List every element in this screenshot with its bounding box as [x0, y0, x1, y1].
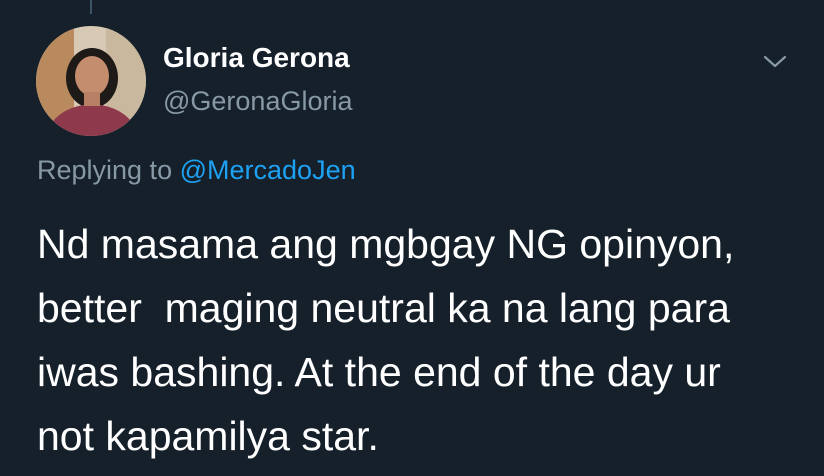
thread-connector-line [90, 0, 92, 14]
tweet-text: Nd masama ang mgbgay NG opinyon, better … [37, 212, 817, 468]
chevron-down-icon [763, 55, 787, 68]
author-handle[interactable]: @GeronaGloria [163, 86, 353, 117]
avatar[interactable] [36, 26, 146, 136]
tweet-text-line: better maging neutral ka na lang para [37, 285, 730, 331]
reply-prefix: Replying to [37, 155, 173, 185]
author-display-name[interactable]: Gloria Gerona [163, 42, 350, 74]
tweet-menu-button[interactable] [760, 50, 790, 74]
reply-mention-link[interactable]: @MercadoJen [180, 155, 356, 185]
reply-context: Replying to @MercadoJen [37, 155, 356, 186]
tweet-text-line: iwas bashing. At the end of the day ur [37, 349, 721, 395]
tweet-text-line: not kapamilya star. [37, 413, 379, 459]
tweet-text-line: Nd masama ang mgbgay NG opinyon, [37, 221, 735, 267]
avatar-photo [36, 26, 146, 136]
